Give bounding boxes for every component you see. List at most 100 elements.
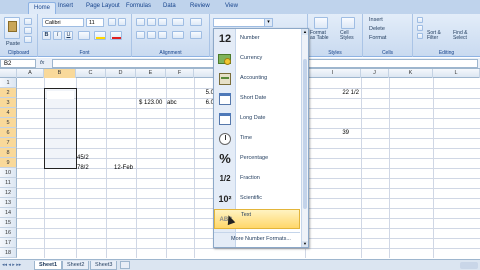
align-bottom-button[interactable]	[158, 18, 167, 26]
cell-c10[interactable]: 45/2	[77, 153, 89, 163]
row-header[interactable]: 18	[0, 248, 17, 258]
tab-data[interactable]: Data	[163, 3, 176, 9]
dropdown-scrollbar[interactable]: ▲ ▼	[301, 29, 308, 247]
name-box[interactable]: B2	[0, 59, 36, 68]
sort-filter-button[interactable]: Sort & Filter	[427, 31, 441, 41]
cell-i2[interactable]: 22 1/2	[310, 88, 359, 98]
font-color-button[interactable]	[110, 31, 122, 40]
row-header[interactable]: 7	[0, 138, 17, 148]
cut-button[interactable]	[24, 18, 32, 25]
number-format-select[interactable]: ▾	[213, 18, 273, 27]
autosum-button[interactable]	[417, 17, 423, 23]
row-header[interactable]: 17	[0, 238, 17, 248]
column-header[interactable]: A	[17, 69, 44, 78]
find-select-button[interactable]: Find & Select	[453, 31, 467, 41]
row-header[interactable]: 5	[0, 118, 17, 128]
column-header[interactable]: C	[76, 69, 106, 78]
orientation-button[interactable]	[172, 18, 184, 26]
column-header[interactable]: I	[305, 69, 361, 78]
format-cells-button[interactable]: Format	[369, 35, 386, 41]
cell-i6[interactable]: 39	[310, 128, 349, 138]
row-header[interactable]: 4	[0, 108, 17, 118]
tab-view[interactable]: View	[225, 3, 238, 9]
cell-g2[interactable]: 5.0	[196, 88, 214, 98]
cell-g3[interactable]: 6.0	[196, 98, 214, 108]
borders-button[interactable]	[78, 31, 90, 40]
chevron-down-icon[interactable]: ▾	[264, 19, 272, 26]
format-option-time[interactable]: Time	[214, 129, 300, 149]
row-header[interactable]: 2	[0, 88, 17, 98]
row-header[interactable]: 10	[0, 168, 17, 178]
italic-button[interactable]: I	[53, 31, 62, 40]
row-header[interactable]: 11	[0, 178, 17, 188]
active-cell-b2[interactable]	[47, 91, 74, 99]
column-header[interactable]: D	[106, 69, 136, 78]
row-header[interactable]: 8	[0, 148, 17, 158]
column-header[interactable]: B	[44, 69, 76, 78]
tab-home[interactable]: Home	[28, 2, 57, 14]
horizontal-scrollbar[interactable]	[460, 262, 478, 269]
column-header[interactable]: K	[389, 69, 433, 78]
format-option-short-date[interactable]: Short Date	[214, 89, 300, 109]
cell-d11[interactable]: 12-Feb	[114, 163, 133, 173]
cell-styles-button[interactable]	[341, 17, 355, 29]
row-header[interactable]: 6	[0, 128, 17, 138]
format-option-long-date[interactable]: Long Date	[214, 109, 300, 129]
row-header[interactable]: 12	[0, 188, 17, 198]
format-option-accounting[interactable]: Accounting	[214, 69, 300, 89]
font-size-select[interactable]: 11	[86, 18, 104, 27]
column-header[interactable]: E	[136, 69, 166, 78]
grow-font-button[interactable]	[108, 18, 116, 26]
underline-button[interactable]: U	[64, 31, 73, 40]
indent-button[interactable]	[172, 31, 184, 39]
select-all-corner[interactable]	[0, 69, 17, 78]
row-header[interactable]: 3	[0, 98, 17, 108]
shrink-font-button[interactable]	[118, 18, 126, 26]
more-number-formats-link[interactable]: More Number Formats...	[231, 236, 291, 242]
row-header[interactable]: 16	[0, 228, 17, 238]
sheet-tab-3[interactable]: Sheet3	[90, 261, 118, 270]
format-option-scientific[interactable]: 10² Scientific	[214, 189, 300, 209]
tab-insert[interactable]: Insert	[58, 3, 73, 9]
sheet-nav-arrows-icon[interactable]: ◂◂ ◂ ▸ ▸▸	[2, 262, 30, 269]
cell-e3[interactable]: $ 123.00	[139, 98, 162, 108]
row-header[interactable]: 15	[0, 218, 17, 228]
fill-color-button[interactable]	[94, 31, 106, 40]
format-as-table-button[interactable]	[314, 17, 328, 29]
align-top-button[interactable]	[136, 18, 145, 26]
sheet-tab-2[interactable]: Sheet2	[62, 261, 90, 270]
fx-icon[interactable]: fx	[40, 60, 44, 66]
scroll-up-icon[interactable]: ▲	[302, 29, 308, 35]
cell-selection[interactable]	[44, 88, 77, 169]
column-header[interactable]: F	[166, 69, 194, 78]
paste-button[interactable]	[4, 17, 20, 39]
insert-sheet-button[interactable]	[120, 261, 130, 269]
format-option-fraction[interactable]: 1/2 Fraction	[214, 169, 300, 189]
bold-button[interactable]: B	[42, 31, 51, 40]
row-header[interactable]: 1	[0, 78, 17, 88]
delete-cells-button[interactable]: Delete	[369, 26, 385, 32]
format-option-currency[interactable]: Currency	[214, 49, 300, 69]
row-header[interactable]: 13	[0, 198, 17, 208]
align-left-button[interactable]	[136, 31, 145, 39]
copy-button[interactable]	[24, 27, 32, 34]
clear-button[interactable]	[417, 33, 423, 39]
fill-button[interactable]	[417, 25, 423, 31]
insert-cells-button[interactable]: Insert	[369, 17, 383, 23]
column-header[interactable]: J	[361, 69, 389, 78]
tab-page-layout[interactable]: Page Layout	[86, 3, 120, 9]
wrap-text-button[interactable]	[190, 18, 202, 26]
scroll-down-icon[interactable]: ▼	[302, 241, 308, 247]
align-middle-button[interactable]	[147, 18, 156, 26]
tab-review[interactable]: Review	[190, 3, 210, 9]
merge-center-button[interactable]	[190, 31, 202, 39]
row-header[interactable]: 9	[0, 158, 17, 168]
tab-formulas[interactable]: Formulas	[126, 3, 151, 9]
sheet-tab-1[interactable]: Sheet1	[34, 261, 63, 270]
format-option-percentage[interactable]: % Percentage	[214, 149, 300, 169]
column-header[interactable]: L	[433, 69, 480, 78]
format-painter-button[interactable]	[24, 36, 32, 43]
format-option-number[interactable]: 12 Number	[214, 29, 300, 49]
scroll-thumb[interactable]	[303, 59, 307, 209]
align-right-button[interactable]	[158, 31, 167, 39]
